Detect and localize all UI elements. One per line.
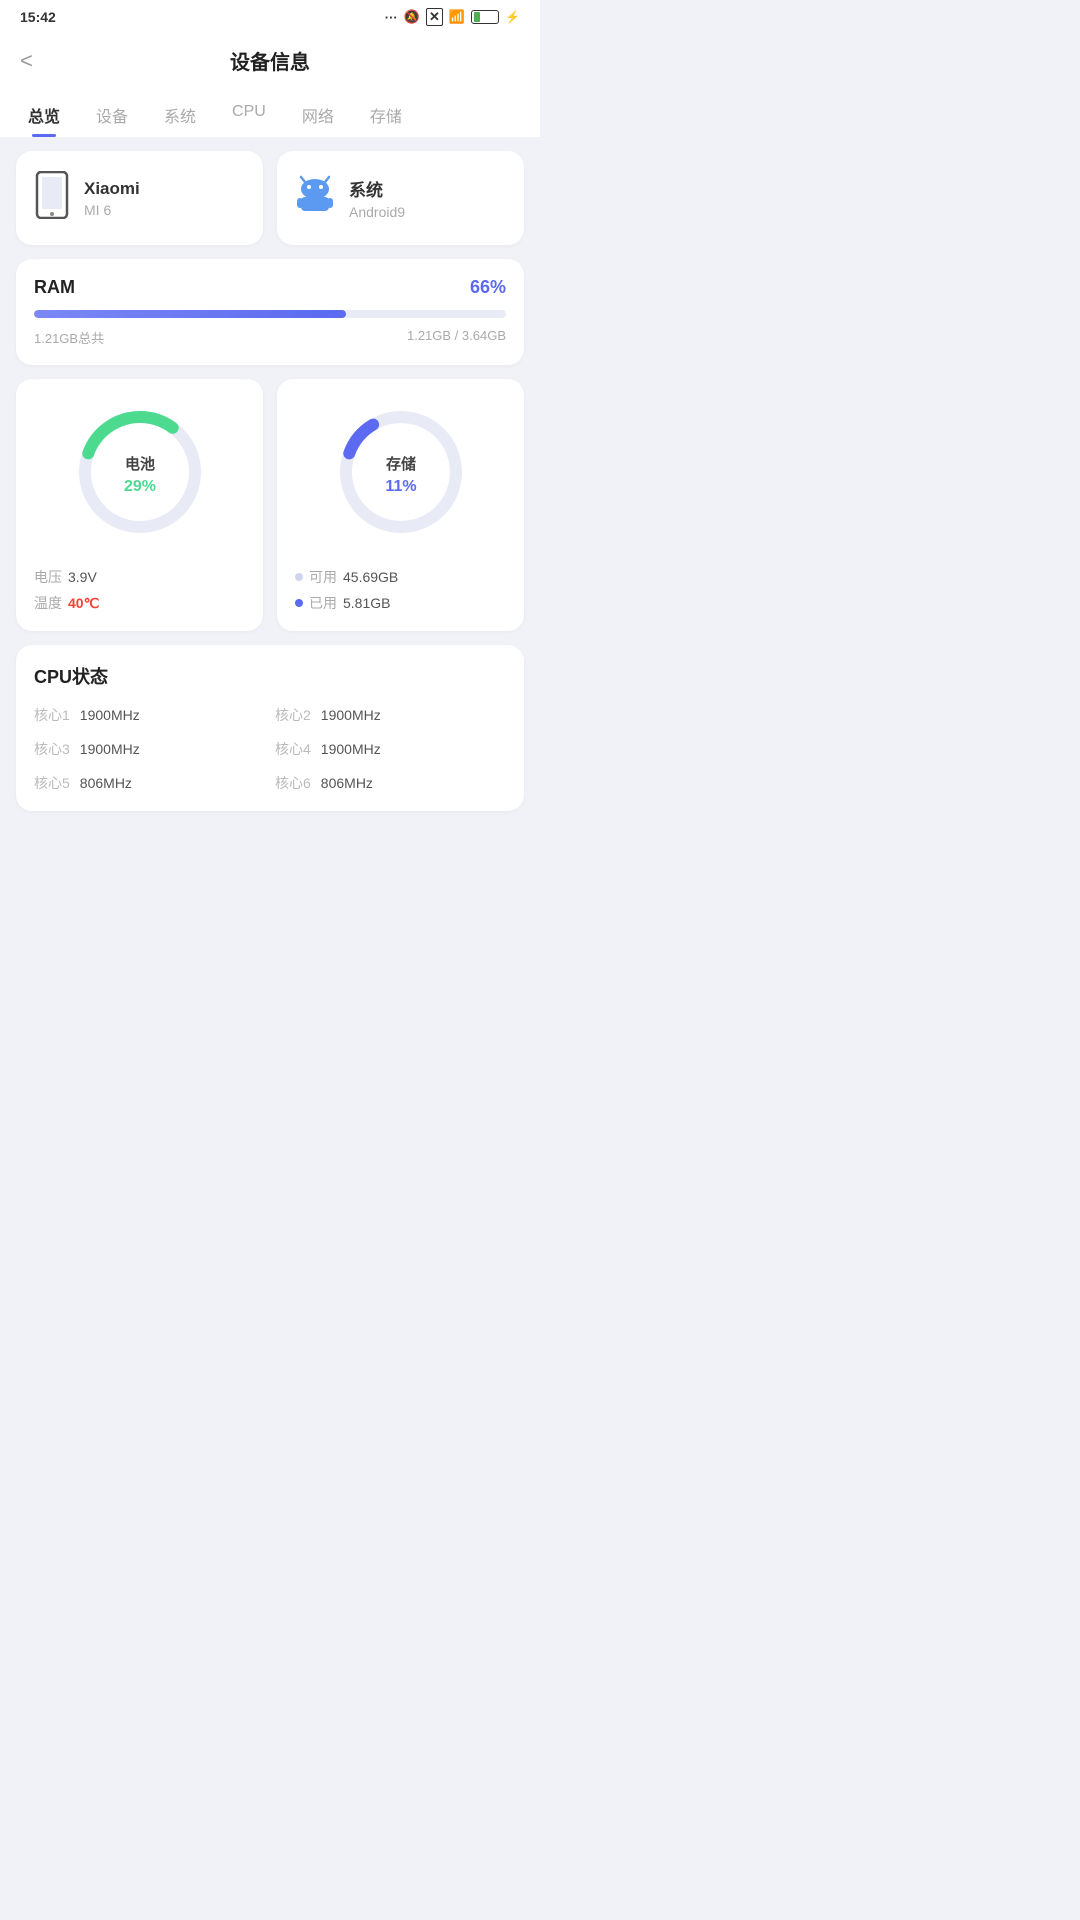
svg-text:存储: 存储: [385, 455, 415, 473]
cpu-title: CPU状态: [34, 663, 506, 689]
mute-icon: 🔕: [404, 9, 420, 25]
tab-overview[interactable]: 总览: [10, 89, 78, 137]
device-row: Xiaomi MI 6 系统 Android9: [16, 151, 524, 245]
back-button[interactable]: <: [20, 48, 33, 74]
tab-device[interactable]: 设备: [78, 89, 146, 137]
device-model: MI 6: [84, 202, 140, 218]
tab-cpu[interactable]: CPU: [214, 89, 284, 137]
svg-text:11%: 11%: [385, 478, 416, 495]
battery-donut: 电池 29%: [65, 397, 215, 547]
page-title: 设备信息: [230, 46, 310, 75]
phone-icon: [34, 171, 70, 225]
signal-icon: ···: [385, 10, 398, 25]
ram-card: RAM 66% 1.21GB总共 1.21GB / 3.64GB: [16, 259, 524, 365]
tab-network[interactable]: 网络: [284, 89, 352, 137]
header: < 设备信息: [0, 32, 540, 89]
battery-card: 电池 29% 电压 3.9V 温度 40℃: [16, 379, 263, 631]
storage-card: 存储 11% 可用 45.69GB 已用 5.81GB: [277, 379, 524, 631]
cpu-grid: 核心1 1900MHz 核心2 1900MHz 核心3 1900MHz 核心4 …: [34, 705, 506, 793]
x-icon: ✕: [426, 8, 443, 26]
cpu-core-3: 核心3 1900MHz: [34, 739, 265, 759]
tab-storage[interactable]: 存储: [352, 89, 420, 137]
status-time: 15:42: [20, 9, 56, 25]
battery-icon: [471, 10, 499, 24]
device-card: Xiaomi MI 6: [16, 151, 263, 245]
ram-progress-fill: [34, 310, 346, 318]
android-icon: [295, 175, 335, 222]
status-icons: ··· 🔕 ✕ 📶 ⚡: [385, 8, 520, 26]
storage-donut: 存储 11%: [326, 397, 476, 547]
system-value: Android9: [349, 204, 405, 220]
battery-charge-icon: ⚡: [505, 10, 520, 24]
main-content: Xiaomi MI 6 系统 Android9: [0, 137, 540, 825]
cpu-section: CPU状态 核心1 1900MHz 核心2 1900MHz 核心3 1900MH…: [16, 645, 524, 811]
device-info: Xiaomi MI 6: [84, 179, 140, 218]
system-card: 系统 Android9: [277, 151, 524, 245]
tab-system[interactable]: 系统: [146, 89, 214, 137]
storage-used: 已用 5.81GB: [295, 593, 390, 613]
system-label: 系统: [349, 176, 405, 201]
cpu-core-2: 核心2 1900MHz: [275, 705, 506, 725]
meters-row: 电池 29% 电压 3.9V 温度 40℃ 存储 11%: [16, 379, 524, 631]
battery-temp: 温度 40℃: [34, 593, 99, 613]
tabs-bar: 总览 设备 系统 CPU 网络 存储: [0, 89, 540, 137]
device-brand: Xiaomi: [84, 179, 140, 199]
svg-text:29%: 29%: [123, 478, 155, 495]
svg-text:电池: 电池: [124, 455, 154, 473]
ram-header: RAM 66%: [34, 277, 506, 298]
ram-percent: 66%: [470, 277, 506, 298]
available-dot: [295, 573, 303, 581]
storage-available: 可用 45.69GB: [295, 567, 398, 587]
status-bar: 15:42 ··· 🔕 ✕ 📶 ⚡: [0, 0, 540, 32]
battery-voltage: 电压 3.9V: [34, 567, 97, 587]
wifi-icon: 📶: [449, 9, 465, 25]
ram-progress-bar: [34, 310, 506, 318]
ram-total: 1.21GB总共: [34, 328, 104, 347]
used-dot: [295, 599, 303, 607]
ram-title: RAM: [34, 277, 75, 298]
ram-footer: 1.21GB总共 1.21GB / 3.64GB: [34, 328, 506, 347]
cpu-core-4: 核心4 1900MHz: [275, 739, 506, 759]
system-info: 系统 Android9: [349, 176, 405, 220]
cpu-core-1: 核心1 1900MHz: [34, 705, 265, 725]
ram-detail: 1.21GB / 3.64GB: [407, 328, 506, 347]
cpu-core-5: 核心5 806MHz: [34, 773, 265, 793]
cpu-core-6: 核心6 806MHz: [275, 773, 506, 793]
